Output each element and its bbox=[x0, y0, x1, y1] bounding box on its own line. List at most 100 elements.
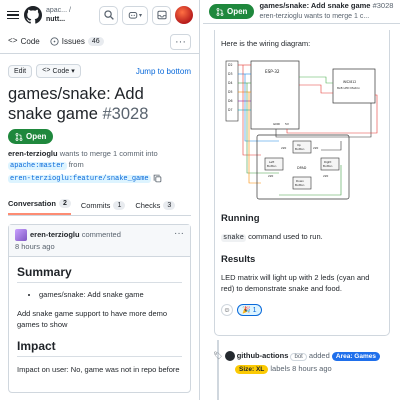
event-verb: added bbox=[308, 351, 330, 360]
user-avatar[interactable] bbox=[175, 6, 193, 24]
pin-label: D2 bbox=[228, 63, 232, 67]
copilot-icon bbox=[128, 12, 138, 19]
issue-opened-icon bbox=[50, 37, 59, 46]
resistor-label: 220 bbox=[313, 146, 319, 150]
issues-count: 46 bbox=[87, 37, 104, 46]
search-button[interactable] bbox=[99, 5, 118, 25]
github-logo-icon[interactable] bbox=[24, 6, 42, 24]
right-button-sublabel: Button bbox=[323, 164, 333, 168]
impact-paragraph: Impact on user: No, game was not in repo… bbox=[17, 365, 180, 375]
tab-commits-label: Commits bbox=[80, 201, 111, 210]
comment-time[interactable]: 8 hours ago bbox=[15, 242, 55, 251]
reactions-bar: ☺ 🎉 1 bbox=[221, 304, 383, 316]
tab-checks-label: Checks bbox=[135, 201, 161, 210]
chevron-down-icon: ▾ bbox=[138, 12, 142, 19]
sticky-status-badge: Open bbox=[209, 4, 255, 19]
command-suffix: command used to run. bbox=[248, 232, 323, 241]
pr-status-label: Open bbox=[26, 132, 47, 141]
pr-author[interactable]: eren-terzioglu bbox=[8, 149, 58, 158]
pin-label: D3 bbox=[228, 72, 232, 76]
gnd-label: GND bbox=[273, 122, 281, 126]
results-paragraph: LED matrix will light up with 2 leds (cy… bbox=[221, 273, 370, 293]
label-area-games[interactable]: Area: Games bbox=[331, 352, 380, 361]
sticky-number: #3028 bbox=[372, 1, 394, 10]
sticky-pr-header: Open games/snake: Add snake game #3028 e… bbox=[203, 0, 400, 24]
git-pull-request-icon bbox=[15, 132, 23, 141]
tab-commits[interactable]: Commits 1 bbox=[81, 201, 126, 215]
reaction-tada[interactable]: 🎉 1 bbox=[237, 304, 262, 316]
results-heading: Results bbox=[221, 254, 256, 265]
comment-author[interactable]: eren-terzioglu bbox=[30, 230, 80, 239]
more-options-icon[interactable]: ··· bbox=[170, 33, 191, 50]
sticky-title-block[interactable]: games/snake: Add snake game #3028 eren-t… bbox=[259, 1, 393, 22]
smiley-icon: ☺ bbox=[223, 306, 231, 314]
add-reaction-button[interactable]: ☺ bbox=[221, 304, 233, 316]
chevron-down-icon: ▾ bbox=[71, 68, 75, 75]
inbox-icon bbox=[156, 10, 167, 20]
repo-breadcrumb[interactable]: apac... / nutt... bbox=[46, 6, 88, 24]
pr-conversation-pane: apac... / nutt... ▾ <> Code Issues 46 ··… bbox=[0, 0, 200, 400]
pin-label: D7 bbox=[228, 108, 232, 112]
resistor-label: 220 bbox=[268, 174, 274, 178]
label-event: 🏷 github-actions bot added Area: Games S… bbox=[213, 350, 398, 376]
repo-owner[interactable]: apac... bbox=[46, 7, 67, 14]
pr-description-comment: eren-terzioglu commented 8 hours ago ···… bbox=[8, 224, 191, 394]
summary-list: games/snake: Add snake game bbox=[17, 290, 182, 299]
edit-button[interactable]: Edit bbox=[8, 64, 33, 78]
resistor-label: 220 bbox=[281, 146, 287, 150]
comment-body-continued: Here is the wiring diagram: D2 D3 D4 D5 … bbox=[214, 30, 390, 336]
pin-label: D4 bbox=[228, 81, 232, 85]
jump-to-bottom-link[interactable]: Jump to bottom bbox=[136, 67, 191, 76]
command-code: snake bbox=[221, 234, 247, 242]
code-tab-label: Code bbox=[20, 37, 40, 46]
sticky-status-label: Open bbox=[227, 7, 248, 16]
menu-icon[interactable] bbox=[6, 8, 20, 22]
repo-nav: <> Code Issues 46 ··· bbox=[0, 30, 199, 54]
tada-icon: 🎉 bbox=[242, 307, 251, 314]
led-matrix-sublabel: 8x8 LED Matrix bbox=[337, 86, 360, 90]
pr-actions: Edit <> Code ▾ Jump to bottom bbox=[0, 54, 199, 78]
event-actor[interactable]: github-actions bbox=[237, 351, 289, 360]
tag-icon: 🏷 bbox=[213, 351, 223, 360]
copy-icon[interactable] bbox=[153, 174, 162, 183]
led-matrix-label: WS2812 bbox=[343, 80, 356, 84]
comment-options-icon[interactable]: ··· bbox=[174, 228, 184, 239]
head-branch[interactable]: eren-terzioglu:feature/snake_game bbox=[8, 175, 151, 183]
pin-label: D6 bbox=[228, 99, 232, 103]
wiring-intro: Here is the wiring diagram: bbox=[221, 39, 311, 48]
search-icon bbox=[103, 10, 114, 20]
impact-heading: Impact bbox=[17, 339, 182, 358]
notifications-button[interactable] bbox=[152, 5, 171, 25]
label-size-xl[interactable]: Size: XL bbox=[235, 365, 269, 374]
comment-author-avatar[interactable] bbox=[15, 229, 27, 242]
code-dropdown-button[interactable]: <> Code ▾ bbox=[36, 64, 81, 78]
repo-name[interactable]: nutt... bbox=[46, 16, 65, 23]
pr-description-continued-pane: Open games/snake: Add snake game #3028 e… bbox=[203, 0, 400, 400]
up-button-sublabel: Button bbox=[295, 147, 305, 151]
wiring-diagram-image[interactable]: D2 D3 D4 D5 D6 D7 ESP-32 GND 5V WS2812 8… bbox=[221, 55, 381, 205]
summary-item: games/snake: Add snake game bbox=[39, 290, 182, 299]
issues-tab-label: Issues bbox=[61, 37, 85, 46]
code-icon: <> bbox=[8, 37, 18, 46]
pr-tabs: Conversation 2 Commits 1 Checks 3 bbox=[8, 195, 191, 216]
code-tab[interactable]: <> Code bbox=[8, 37, 40, 46]
tab-conversation[interactable]: Conversation 2 bbox=[8, 199, 71, 215]
summary-heading: Summary bbox=[17, 265, 182, 284]
event-suffix: labels 8 hours ago bbox=[270, 364, 332, 373]
running-paragraph: snake command used to run. bbox=[221, 231, 383, 244]
issues-tab[interactable]: Issues 46 bbox=[50, 37, 104, 46]
from-text: from bbox=[68, 160, 84, 169]
resistor-label: 220 bbox=[323, 174, 329, 178]
github-actions-avatar[interactable] bbox=[224, 351, 235, 362]
left-button-sublabel: Button bbox=[267, 164, 277, 168]
dpad-label: DPAD bbox=[297, 166, 307, 170]
comment-header: eren-terzioglu commented 8 hours ago ··· bbox=[9, 225, 190, 258]
esp32-label: ESP-32 bbox=[265, 69, 280, 74]
base-branch[interactable]: apache:master bbox=[8, 162, 67, 170]
copilot-button[interactable]: ▾ bbox=[122, 5, 148, 25]
pr-number: #3028 bbox=[102, 105, 149, 123]
code-icon: <> bbox=[42, 67, 51, 75]
tab-checks[interactable]: Checks 3 bbox=[135, 201, 176, 215]
code-dropdown-label: Code bbox=[52, 67, 70, 75]
tab-commits-count: 1 bbox=[113, 201, 126, 210]
